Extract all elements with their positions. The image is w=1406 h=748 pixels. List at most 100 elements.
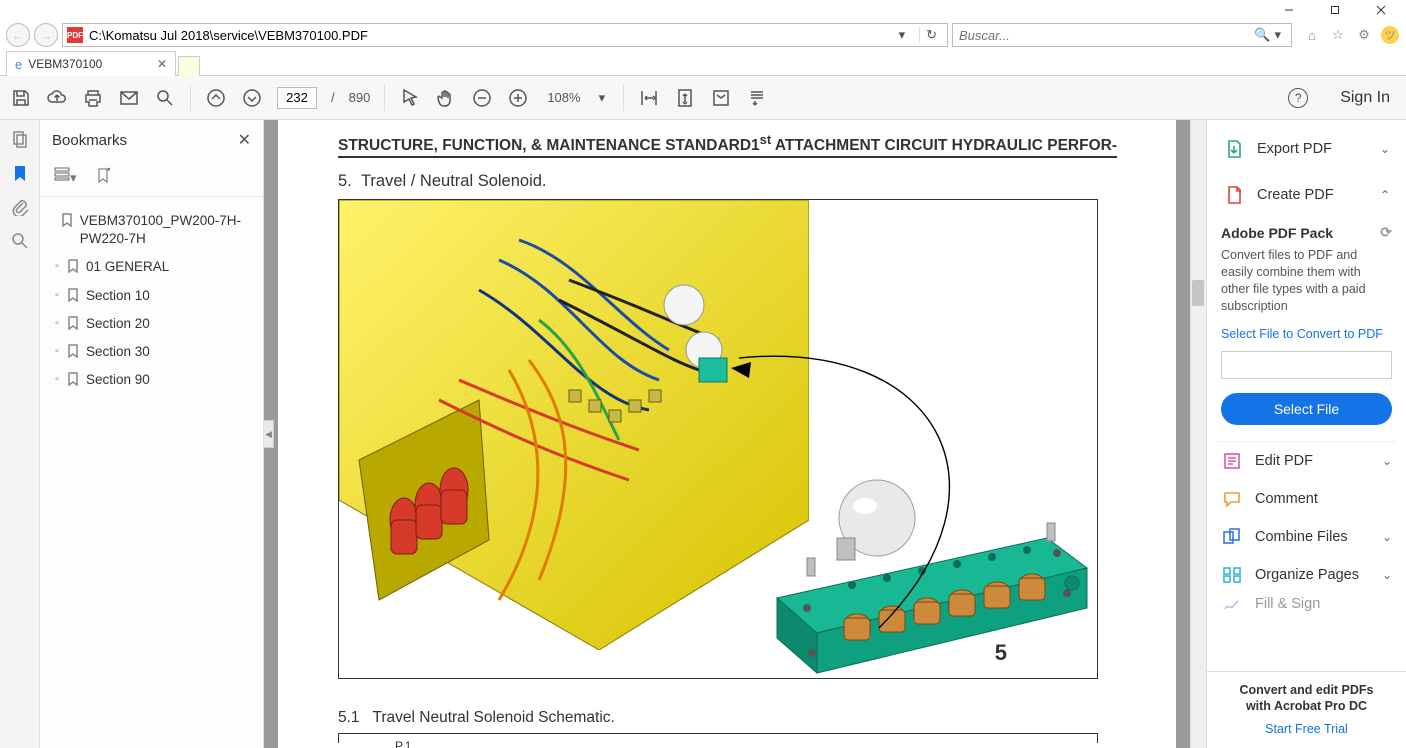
tree-expand-icon[interactable]: ▫ (52, 261, 62, 272)
cloud-upload-icon[interactable] (46, 87, 68, 109)
comment-tool[interactable]: Comment (1207, 480, 1406, 518)
bookmarks-close-icon[interactable]: ✕ (238, 130, 251, 150)
bookmark-root[interactable]: VEBM370100_PW200-7H-PW220-7H (46, 207, 257, 253)
zoom-value: 108% (543, 90, 584, 105)
address-bar[interactable]: PDF ▾ ↻ (62, 23, 948, 47)
home-icon[interactable]: ⌂ (1302, 25, 1322, 45)
fill-sign-tool[interactable]: Fill & Sign (1207, 594, 1406, 614)
bookmark-item[interactable]: ▫01 GENERAL (50, 253, 257, 281)
bookmarks-panel: Bookmarks ✕ ▾ VEBM370100_PW200-7H-PW220-… (40, 120, 264, 748)
browser-right-icons: ⌂ ☆ ⚙ ツ (1296, 25, 1400, 45)
tools-panel: Export PDF ⌄ Create PDF ⌃ Adobe PDF Pack… (1206, 120, 1406, 748)
left-panel-handle[interactable]: ◀ (264, 420, 274, 448)
search-bar[interactable]: 🔍 ▾ (952, 23, 1292, 47)
figure-5-1-top: P.1 (338, 733, 1098, 743)
figure-5: 5 (338, 199, 1098, 679)
edit-pdf-tool[interactable]: Edit PDF ⌄ (1207, 442, 1406, 480)
ie-tab-icon: e (15, 57, 22, 72)
maximize-button[interactable] (1312, 0, 1358, 20)
signin-button[interactable]: Sign In (1334, 89, 1396, 107)
chevron-down-icon: ⌄ (1382, 454, 1392, 468)
find-icon[interactable] (154, 87, 176, 109)
bookmark-item[interactable]: ▫Section 10 (50, 282, 257, 310)
read-mode-icon[interactable] (746, 87, 768, 109)
save-icon[interactable] (10, 87, 32, 109)
zoom-in-icon[interactable] (507, 87, 529, 109)
bookmark-item[interactable]: ▫Section 20 (50, 310, 257, 338)
machine-illustration (339, 200, 809, 650)
file-drop-field[interactable] (1221, 351, 1392, 379)
search-input[interactable] (959, 28, 1254, 43)
tab-strip: e VEBM370100 ✕ (0, 50, 1406, 76)
export-pdf-tool[interactable]: Export PDF ⌄ (1207, 126, 1406, 172)
pdf-scrollbar[interactable] (1190, 120, 1206, 748)
minimize-button[interactable] (1266, 0, 1312, 20)
start-free-trial-link[interactable]: Start Free Trial (1215, 722, 1398, 736)
tab-close-icon[interactable]: ✕ (157, 57, 167, 71)
tab-title: VEBM370100 (28, 57, 151, 71)
adobe-pdf-pack-desc: Convert files to PDF and easily combine … (1221, 247, 1392, 315)
forward-button[interactable]: → (34, 23, 58, 47)
bookmark-item[interactable]: ▫Section 30 (50, 338, 257, 366)
tree-expand-icon[interactable]: ▫ (52, 290, 62, 301)
figure-callout-5: 5 (995, 640, 1007, 666)
fullscreen-icon[interactable] (710, 87, 732, 109)
page-separator: / (331, 90, 335, 105)
pdf-viewport[interactable]: ◀ STRUCTURE, FUNCTION, & MAINTENANCE STA… (264, 120, 1206, 748)
tree-expand-icon[interactable]: ▫ (52, 318, 62, 329)
fit-page-icon[interactable] (674, 87, 696, 109)
zoom-dropdown-icon[interactable]: ▾ (599, 90, 609, 106)
bookmark-item[interactable]: ▫Section 90 (50, 366, 257, 394)
select-file-button[interactable]: Select File (1221, 393, 1392, 425)
help-icon[interactable]: ? (1288, 88, 1308, 108)
select-file-link[interactable]: Select File to Convert to PDF (1221, 327, 1392, 341)
acrobat-toolbar: / 890 108% ▾ ? Sign In (0, 76, 1406, 120)
create-pdf-icon (1223, 184, 1245, 206)
page-up-icon[interactable] (205, 87, 227, 109)
bookmark-icon (66, 259, 80, 276)
search-icon[interactable]: 🔍 (1254, 27, 1270, 43)
left-rail (0, 120, 40, 748)
fit-width-icon[interactable] (638, 87, 660, 109)
zoom-out-icon[interactable] (471, 87, 493, 109)
favorites-icon[interactable]: ☆ (1328, 25, 1348, 45)
hand-tool-icon[interactable] (435, 87, 457, 109)
bookmarks-title: Bookmarks (52, 132, 238, 149)
bookmarks-options-icon[interactable]: ▾ (54, 166, 77, 186)
print-icon[interactable] (82, 87, 104, 109)
cloud-sync-icon: ⟳ (1380, 224, 1392, 241)
organize-pages-icon (1221, 564, 1243, 586)
bookmarks-rail-icon[interactable] (9, 162, 31, 184)
search-rail-icon[interactable] (9, 230, 31, 252)
settings-gear-icon[interactable]: ⚙ (1354, 25, 1374, 45)
doc-header: STRUCTURE, FUNCTION, & MAINTENANCE STAND… (338, 132, 1117, 158)
selection-cursor-icon[interactable] (399, 87, 421, 109)
address-input[interactable] (89, 28, 889, 43)
combine-files-tool[interactable]: Combine Files ⌄ (1207, 518, 1406, 556)
new-tab-button[interactable] (178, 56, 200, 76)
refresh-button[interactable]: ↻ (919, 27, 943, 43)
page-current-input[interactable] (277, 87, 317, 109)
scrollbar-thumb[interactable] (1192, 280, 1204, 306)
back-button[interactable]: ← (6, 23, 30, 47)
thumbnails-rail-icon[interactable] (9, 128, 31, 150)
search-dropdown-icon[interactable]: ▾ (1270, 27, 1285, 43)
browser-tab[interactable]: e VEBM370100 ✕ (6, 51, 176, 76)
bookmarks-tree: VEBM370100_PW200-7H-PW220-7H ▫01 GENERAL… (40, 203, 263, 399)
address-dropdown-icon[interactable]: ▾ (895, 27, 910, 43)
pdf-page: STRUCTURE, FUNCTION, & MAINTENANCE STAND… (278, 120, 1176, 748)
attachments-rail-icon[interactable] (9, 196, 31, 218)
email-icon[interactable] (118, 87, 140, 109)
feedback-smiley-icon[interactable]: ツ (1380, 25, 1400, 45)
organize-pages-tool[interactable]: Organize Pages ⌄ (1207, 556, 1406, 594)
tree-expand-icon[interactable]: ▫ (52, 374, 62, 385)
section-5-1-title: 5.1 Travel Neutral Solenoid Schematic. (338, 709, 1146, 727)
tree-expand-icon[interactable]: ▫ (52, 346, 62, 357)
bookmark-icon (66, 288, 80, 305)
window-close-button[interactable] (1358, 0, 1404, 20)
create-pdf-tool[interactable]: Create PDF ⌃ (1207, 172, 1406, 218)
export-pdf-icon (1223, 138, 1245, 160)
bookmarks-new-icon[interactable] (95, 167, 111, 186)
chevron-down-icon: ⌄ (1382, 530, 1392, 544)
page-down-icon[interactable] (241, 87, 263, 109)
